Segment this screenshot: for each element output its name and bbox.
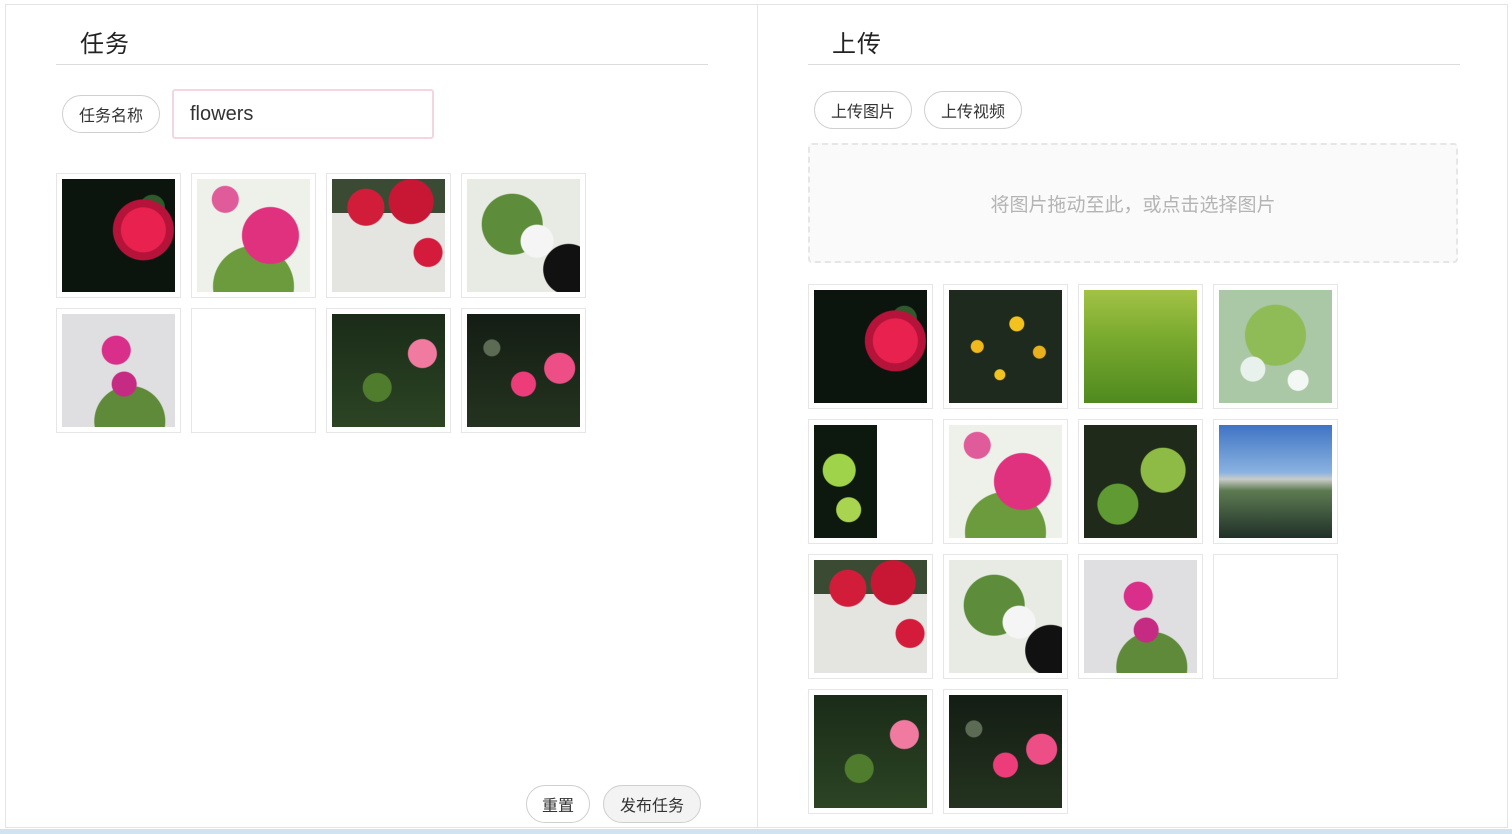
task-image[interactable] bbox=[326, 308, 451, 433]
uploaded-image[interactable] bbox=[1213, 284, 1338, 409]
uploaded-image[interactable] bbox=[943, 419, 1068, 544]
uploaded-image[interactable] bbox=[1078, 554, 1203, 679]
uploaded-image[interactable] bbox=[943, 284, 1068, 409]
publish-task-button[interactable]: 发布任务 bbox=[603, 785, 701, 823]
uploaded-image[interactable] bbox=[1213, 554, 1338, 679]
task-image[interactable] bbox=[56, 308, 181, 433]
window-bottom-bar bbox=[0, 829, 1512, 834]
uploaded-image[interactable] bbox=[1078, 284, 1203, 409]
task-image[interactable] bbox=[461, 173, 586, 298]
task-name-input[interactable] bbox=[172, 89, 434, 139]
uploaded-image[interactable] bbox=[808, 554, 933, 679]
panel-divider bbox=[757, 4, 758, 828]
upload-panel: 上传 上传图片 上传视频 将图片拖动至此，或点击选择图片 bbox=[808, 4, 1460, 828]
uploaded-image[interactable] bbox=[808, 284, 933, 409]
uploaded-image[interactable] bbox=[943, 689, 1068, 814]
task-panel: 任务 任务名称 重置 发布任务 bbox=[56, 4, 708, 828]
image-dropzone[interactable]: 将图片拖动至此，或点击选择图片 bbox=[808, 143, 1458, 263]
reset-button[interactable]: 重置 bbox=[526, 785, 590, 823]
uploaded-image[interactable] bbox=[808, 689, 933, 814]
task-image[interactable] bbox=[326, 173, 451, 298]
uploaded-image[interactable] bbox=[1213, 419, 1338, 544]
task-image[interactable] bbox=[191, 173, 316, 298]
task-image[interactable] bbox=[56, 173, 181, 298]
task-panel-title: 任务 bbox=[80, 30, 130, 58]
uploaded-image[interactable] bbox=[943, 554, 1068, 679]
upload-title-divider bbox=[808, 64, 1460, 65]
task-image[interactable] bbox=[461, 308, 586, 433]
upload-image-button[interactable]: 上传图片 bbox=[814, 91, 912, 129]
task-title-divider bbox=[56, 64, 708, 65]
task-name-label: 任务名称 bbox=[62, 95, 160, 133]
dropzone-hint: 将图片拖动至此，或点击选择图片 bbox=[990, 193, 1276, 216]
upload-panel-title: 上传 bbox=[832, 30, 882, 58]
upload-video-button[interactable]: 上传视频 bbox=[924, 91, 1022, 129]
uploaded-image[interactable] bbox=[1078, 419, 1203, 544]
uploaded-image[interactable] bbox=[808, 419, 933, 544]
task-image[interactable] bbox=[191, 308, 316, 433]
